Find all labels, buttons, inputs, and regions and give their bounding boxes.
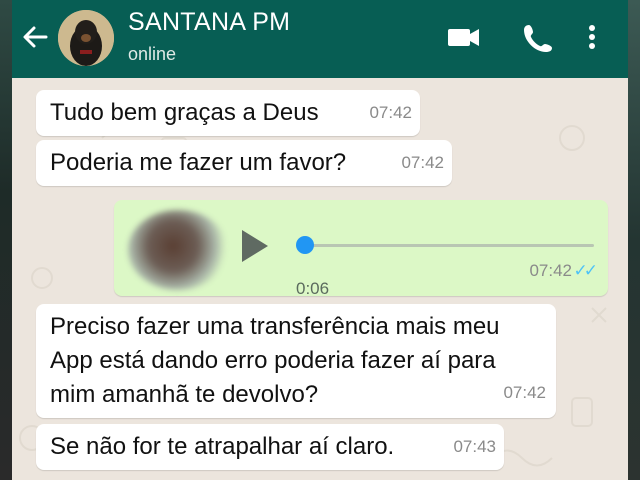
phone-icon[interactable] xyxy=(520,22,556,52)
arrow-left-icon[interactable] xyxy=(20,22,50,52)
message-text: Preciso fazer uma transferência mais meu… xyxy=(50,313,500,408)
more-vert-icon[interactable] xyxy=(582,22,602,52)
read-ticks-icon: ✓✓ xyxy=(573,261,598,280)
message-text: Tudo bem graças a Deus xyxy=(50,99,319,126)
avatar[interactable] xyxy=(58,10,114,66)
message-text: Poderia me fazer um favor? xyxy=(50,149,347,176)
message-bubble-incoming[interactable]: Tudo bem graças a Deus 07:42 xyxy=(36,90,420,136)
message-time: 07:42 xyxy=(529,261,572,280)
sender-photo-blurred xyxy=(128,210,228,290)
audio-message-bubble[interactable]: 0:06 07:42 ✓✓ xyxy=(114,200,608,298)
photo-edge-left xyxy=(0,0,12,480)
message-time: 07:42 xyxy=(369,103,412,122)
message-text: Se não for te atrapalhar aí claro. xyxy=(50,433,395,460)
message-bubble-incoming[interactable]: Poderia me fazer um favor? 07:42 xyxy=(36,140,452,186)
photo-edge-right xyxy=(628,0,640,480)
message-bubble-incoming[interactable]: Se não for te atrapalhar aí claro. 07:43 xyxy=(36,424,504,470)
audio-duration: 0:06 xyxy=(296,279,330,298)
video-call-icon[interactable] xyxy=(446,22,482,52)
message-time: 07:42 xyxy=(503,383,546,402)
play-icon[interactable] xyxy=(242,230,268,262)
contact-status: online xyxy=(128,44,177,64)
audio-seek-knob[interactable] xyxy=(296,236,314,254)
message-time: 07:43 xyxy=(453,437,496,456)
message-time: 07:42 xyxy=(401,153,444,172)
contact-name[interactable]: SANTANA PM xyxy=(128,8,290,37)
message-bubble-incoming[interactable]: Preciso fazer uma transferência mais meu… xyxy=(36,304,556,418)
chat-screen: SANTANA PM online Tudo bem graças a Deus… xyxy=(12,0,628,480)
chat-header: SANTANA PM online xyxy=(12,0,628,78)
audio-seek-track[interactable] xyxy=(304,244,594,247)
dog-avatar-icon xyxy=(58,10,114,66)
